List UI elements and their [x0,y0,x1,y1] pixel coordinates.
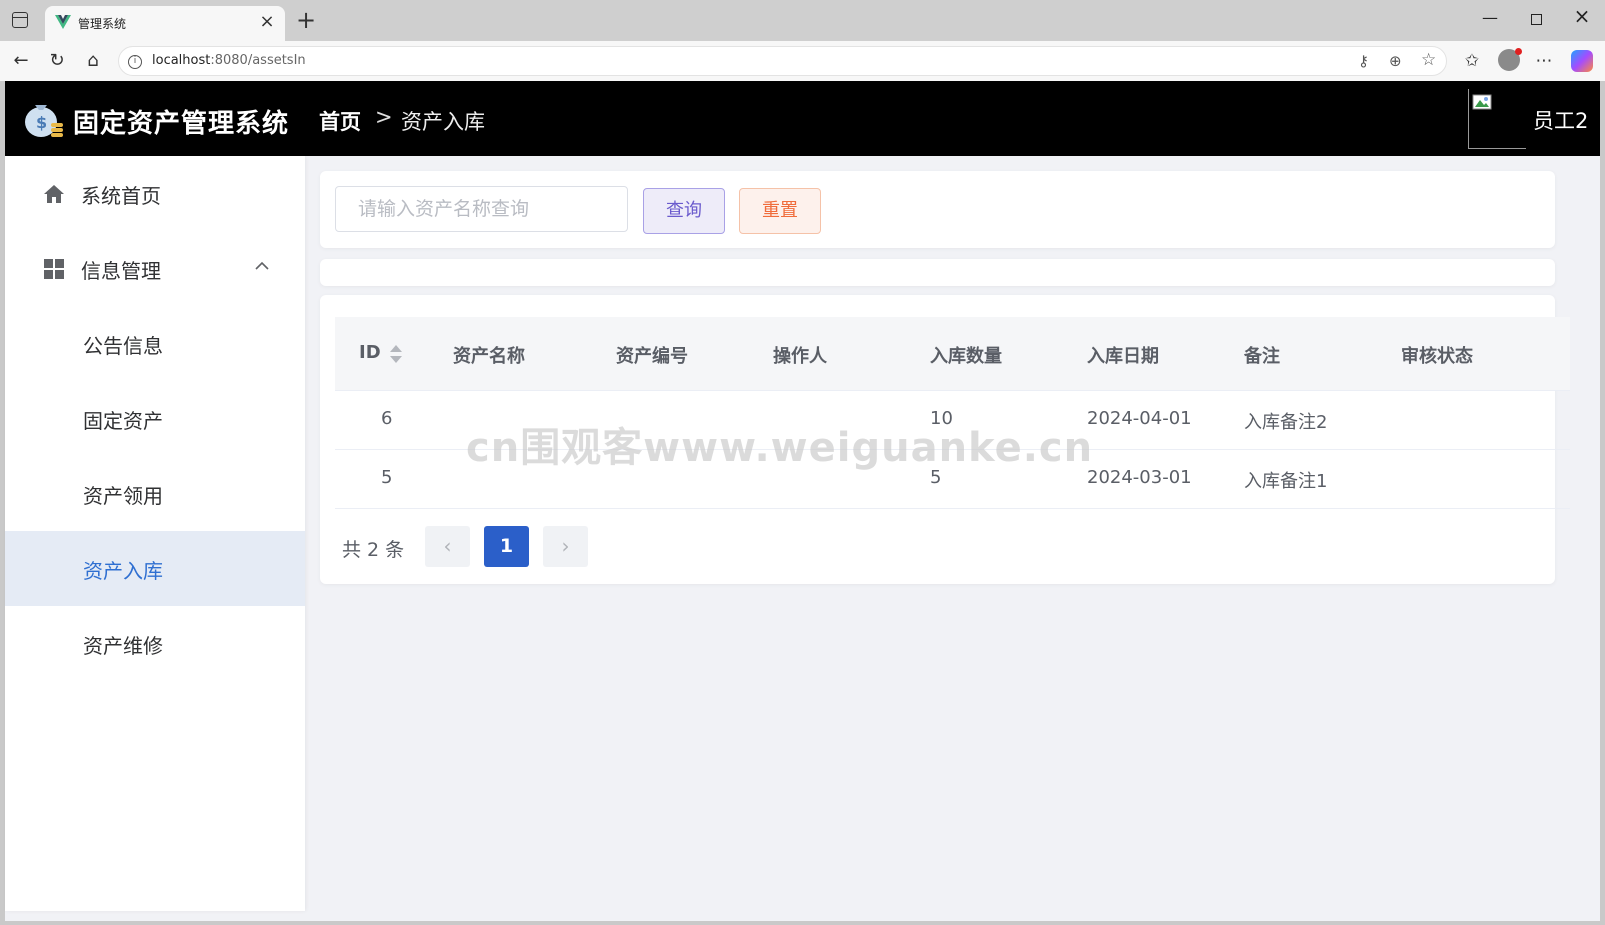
sidebar-item-announcements[interactable]: 公告信息 [5,306,305,381]
address-bar-row: ← ↻ ⌂ i localhost:8080/assetsIn ⚷ ⊕ ☆ ✩ … [0,41,1605,81]
column-header-date: 入库日期 [1087,346,1159,367]
tab-actions-icon[interactable] [12,12,28,28]
next-page-button[interactable]: › [543,526,588,567]
reload-icon[interactable]: ↻ [44,48,70,74]
pagination-total: 共 2 条 [342,539,405,561]
app-header: $ 固定资产管理系统 首页 > 资产入库 员工2 [5,81,1600,156]
browser-profile-icon[interactable] [1498,48,1522,71]
browser-tab[interactable]: 管理系统 × [45,6,285,41]
favorite-star-icon[interactable]: ☆ [1421,50,1436,70]
sidebar-item-asset-requisition[interactable]: 资产领用 [5,456,305,531]
watermark-text: cn围观客www.weiguanke.cn [466,425,1094,471]
sidebar-item-fixed-assets[interactable]: 固定资产 [5,381,305,456]
prev-page-button[interactable]: ‹ [425,526,470,567]
cell-remark: 入库备注1 [1244,471,1328,492]
column-header-id[interactable]: ID [359,342,381,363]
sidebar-item-label: 系统首页 [81,184,161,208]
cell-date: 2024-03-01 [1087,467,1192,488]
minimize-icon[interactable]: — [1472,8,1508,27]
cell-date: 2024-04-01 [1087,408,1192,429]
url-field[interactable]: i localhost:8080/assetsIn ⚷ ⊕ ☆ [118,46,1447,76]
asset-name-search-input[interactable] [335,186,628,232]
sidebar-item-label: 资产维修 [83,634,163,658]
app-root: $ 固定资产管理系统 首页 > 资产入库 员工2 系统首页 信息管理 公告信息 … [5,81,1600,921]
user-avatar[interactable] [1468,89,1526,149]
cell-id: 5 [381,467,393,488]
column-header-status: 审核状态 [1401,346,1473,367]
column-header-operator: 操作人 [773,346,827,367]
page-number-button[interactable]: 1 [484,526,529,567]
column-header-quantity: 入库数量 [930,346,1002,367]
site-info-icon[interactable]: i [128,55,142,69]
cell-remark: 入库备注2 [1244,412,1328,433]
browser-tab-strip: 管理系统 × + — × [0,0,1605,41]
reset-button[interactable]: 重置 [739,188,821,234]
sidebar-group-label: 信息管理 [81,259,161,283]
svg-text:$: $ [36,113,47,132]
zoom-icon[interactable]: ⊕ [1389,52,1402,70]
chevron-up-icon [255,261,269,270]
new-tab-button[interactable]: + [292,6,320,34]
table-header: ID 资产名称 资产编号 操作人 入库数量 入库日期 备注 审核状态 [335,317,1570,391]
copilot-icon[interactable] [1571,50,1593,72]
column-header-name: 资产名称 [453,346,525,367]
column-header-code: 资产编号 [616,346,688,367]
home-icon[interactable]: ⌂ [80,48,106,74]
favorites-icon[interactable]: ✩ [1460,51,1484,71]
search-card: 查询 重置 [320,171,1555,248]
user-name[interactable]: 员工2 [1533,105,1588,135]
column-header-remark: 备注 [1244,346,1280,367]
sidebar-item-label: 固定资产 [83,409,163,433]
vue-logo-icon [55,15,71,29]
more-menu-icon[interactable]: ⋯ [1532,51,1556,71]
money-bag-logo-icon: $ [25,105,63,137]
breadcrumb-separator: > [375,105,393,129]
house-icon [44,185,64,203]
sidebar-item-asset-inbound[interactable]: 资产入库 [5,531,305,606]
cell-id: 6 [381,408,393,429]
sidebar-item-label: 公告信息 [83,334,163,358]
sidebar-item-asset-repair[interactable]: 资产维修 [5,606,305,681]
sidebar-item-label: 资产入库 [83,559,163,583]
back-icon[interactable]: ← [8,48,34,74]
sidebar: 系统首页 信息管理 公告信息 固定资产 资产领用 资产入库 资产维修 [5,156,305,911]
key-icon[interactable]: ⚷ [1358,52,1369,70]
toolbar-card [320,259,1555,286]
close-window-icon[interactable]: × [1564,4,1600,28]
sidebar-item-home[interactable]: 系统首页 [5,156,305,231]
maximize-icon[interactable] [1518,10,1554,29]
system-title: 固定资产管理系统 [73,109,290,139]
breadcrumb-current: 资产入库 [401,110,485,134]
tab-title: 管理系统 [78,17,127,31]
close-tab-icon[interactable]: × [257,11,277,32]
broken-image-icon [1472,94,1492,110]
sidebar-group-info[interactable]: 信息管理 [5,231,305,306]
query-button[interactable]: 查询 [643,188,725,234]
grid-icon [44,259,64,279]
sort-caret-icon[interactable] [389,343,403,365]
url-text: localhost:8080/assetsIn [152,53,306,68]
sidebar-item-label: 资产领用 [83,484,163,508]
breadcrumb-home[interactable]: 首页 [319,106,361,136]
